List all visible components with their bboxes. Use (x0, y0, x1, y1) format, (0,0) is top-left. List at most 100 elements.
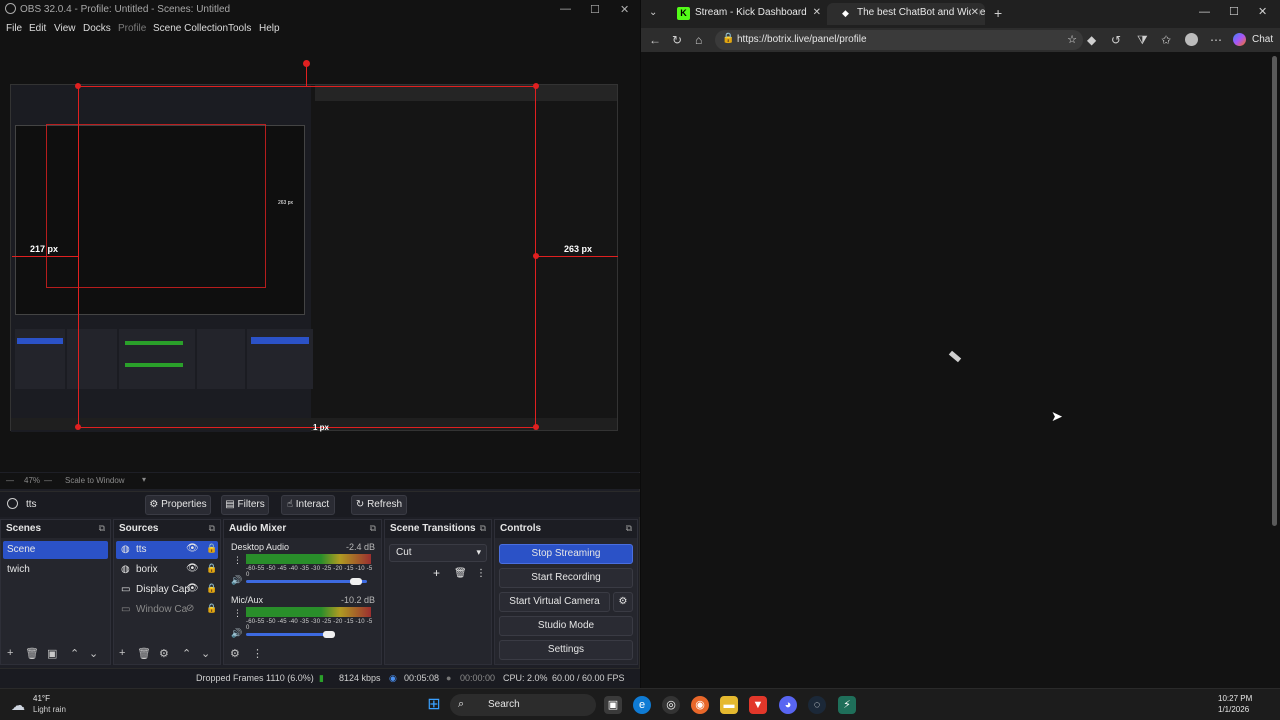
kebab-menu-icon[interactable]: ⋮ (476, 568, 486, 579)
virtual-camera-settings-icon[interactable]: ⚙ (613, 592, 633, 612)
star-icon[interactable]: ☆ (1067, 33, 1077, 46)
eye-hidden-icon[interactable]: ⊘ (186, 603, 194, 614)
tab-kick-dashboard[interactable]: K Stream - Kick Dashboard ✕ (665, 3, 827, 25)
bottom-right-handle[interactable] (533, 424, 539, 430)
close-icon[interactable]: ✕ (1258, 5, 1267, 18)
menu-help[interactable]: Help (259, 23, 280, 34)
lock-icon[interactable]: 🔒 (206, 543, 217, 554)
arrow-up-icon[interactable]: ⌃ (70, 647, 79, 660)
volume-slider[interactable] (246, 633, 331, 636)
kebab-menu-icon[interactable]: ⋮ (252, 647, 263, 660)
steam-icon[interactable]: ◌ (808, 696, 826, 714)
task-view-icon[interactable]: ▣ (604, 696, 622, 714)
file-explorer-icon[interactable]: ▬ (720, 696, 738, 714)
close-tab-icon[interactable]: ✕ (813, 7, 821, 18)
close-icon[interactable]: ✕ (620, 3, 629, 16)
minimize-icon[interactable]: — (1199, 6, 1210, 18)
favorites-icon[interactable]: ✩ (1161, 33, 1171, 47)
lock-icon[interactable]: 🔒 (206, 603, 217, 614)
weather-desc[interactable]: Light rain (33, 705, 66, 714)
firefox-icon[interactable]: ◉ (691, 696, 709, 714)
undock-icon[interactable]: ⧉ (626, 523, 632, 534)
trash-icon[interactable]: 🗑 (137, 647, 151, 660)
menu-edit[interactable]: Edit (29, 23, 46, 34)
stop-streaming-button[interactable]: Stop Streaming (499, 544, 633, 564)
search-box[interactable]: ⌕ Search (450, 694, 596, 716)
zoom-plus-icon[interactable]: — (44, 476, 52, 485)
maximize-icon[interactable]: ☐ (590, 3, 600, 16)
discord-icon[interactable]: ◕ (779, 696, 797, 714)
studio-mode-button[interactable]: Studio Mode (499, 616, 633, 636)
source-item[interactable]: ◍ tts 👁 🔒 (116, 541, 218, 559)
interact-button[interactable]: ☝ Interact (281, 495, 335, 515)
copilot-icon[interactable] (1233, 33, 1246, 46)
source-item[interactable]: ▭ Display Cap 👁 🔒 (116, 581, 218, 599)
source-item[interactable]: ◍ borix 👁 🔒 (116, 561, 218, 579)
home-icon[interactable]: ⌂ (695, 33, 702, 47)
source-item[interactable]: ▭ Window Ca ⊘ 🔒 (116, 601, 218, 619)
filter-icon[interactable]: ▣ (47, 647, 57, 660)
gear-icon[interactable]: ⚙ (159, 647, 169, 660)
edge-icon[interactable]: e (633, 696, 651, 714)
properties-button[interactable]: ⚙ Properties (145, 495, 211, 515)
clock-time[interactable]: 10:27 PM (1218, 694, 1252, 703)
reload-icon[interactable]: ↻ (672, 33, 682, 47)
undock-icon[interactable]: ⧉ (370, 523, 376, 534)
page-content[interactable]: ➤ (641, 52, 1280, 688)
weather-temp[interactable]: 41°F (33, 694, 50, 703)
menu-tools[interactable]: Tools (228, 23, 251, 34)
top-left-handle[interactable] (75, 83, 81, 89)
menu-scene-collection[interactable]: Scene Collection (153, 23, 228, 34)
extensions-icon[interactable]: ⧩ (1137, 33, 1148, 48)
windows-start-icon[interactable]: ⊞ (425, 696, 443, 714)
lock-icon[interactable]: 🔒 (206, 563, 217, 574)
back-icon[interactable]: ← (649, 33, 661, 47)
extension-icon[interactable]: ◆ (1087, 33, 1096, 47)
top-right-handle[interactable] (533, 83, 539, 89)
undock-icon[interactable]: ⧉ (99, 523, 105, 534)
add-icon[interactable]: + (7, 647, 13, 659)
menu-view[interactable]: View (54, 23, 76, 34)
transition-select[interactable]: Cut ▾ (389, 544, 487, 562)
add-icon[interactable]: + (433, 566, 440, 580)
new-tab-icon[interactable]: + (994, 5, 1002, 21)
minimize-icon[interactable]: — (560, 3, 571, 15)
zoom-minus-icon[interactable]: — (6, 476, 14, 485)
scene-item[interactable]: twich (3, 561, 108, 579)
tab-botrix[interactable]: ◆ The best ChatBot and Widgets for ✕ (827, 3, 985, 25)
start-virtual-camera-button[interactable]: Start Virtual Camera (499, 592, 610, 612)
sync-icon[interactable]: ↺ (1111, 33, 1121, 47)
brave-icon[interactable]: ▼ (749, 696, 767, 714)
eye-icon[interactable]: 👁 (186, 583, 199, 594)
chevron-down-icon[interactable]: ▾ (142, 475, 146, 484)
trash-icon[interactable]: 🗑 (25, 647, 39, 660)
scale-mode-select[interactable]: Scale to Window (65, 476, 125, 485)
refresh-button[interactable]: ↻ Refresh (351, 495, 407, 515)
close-tab-icon[interactable]: ✕ (970, 7, 979, 18)
undock-icon[interactable]: ⧉ (209, 523, 215, 534)
bottom-left-handle[interactable] (75, 424, 81, 430)
eye-icon[interactable]: 👁 (186, 543, 199, 554)
eye-icon[interactable]: 👁 (186, 563, 199, 574)
kebab-menu-icon[interactable]: ⋮ (233, 555, 242, 566)
scrollbar[interactable] (1272, 56, 1277, 526)
lock-icon[interactable]: 🔒 (206, 583, 217, 594)
menu-profile[interactable]: Profile (118, 23, 146, 34)
arrow-down-icon[interactable]: ⌄ (201, 647, 210, 660)
menu-file[interactable]: File (6, 23, 22, 34)
obs-preview[interactable]: 263 px 217 px 1 px 263 px (0, 40, 640, 472)
arrow-up-icon[interactable]: ⌃ (182, 647, 191, 660)
speaker-icon[interactable]: 🔊 (231, 628, 242, 639)
volume-knob[interactable] (350, 578, 362, 585)
rotation-handle[interactable] (303, 60, 310, 67)
undock-icon[interactable]: ⧉ (480, 523, 486, 534)
filters-button[interactable]: ▤ Filters (221, 495, 269, 515)
tab-list-icon[interactable]: ⌄ (649, 7, 657, 18)
start-recording-button[interactable]: Start Recording (499, 568, 633, 588)
add-icon[interactable]: + (119, 647, 125, 659)
obs-icon[interactable]: ◎ (662, 696, 680, 714)
volume-knob[interactable] (323, 631, 335, 638)
volume-slider[interactable] (246, 580, 367, 583)
kebab-menu-icon[interactable]: ⋮ (233, 608, 242, 619)
settings-button[interactable]: Settings (499, 640, 633, 660)
